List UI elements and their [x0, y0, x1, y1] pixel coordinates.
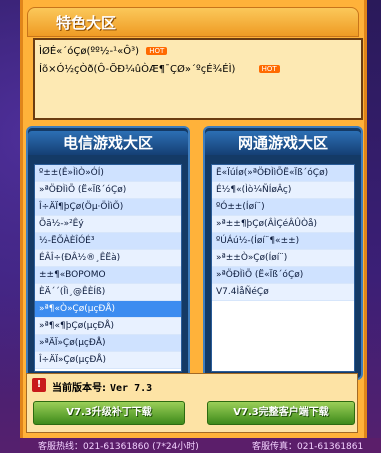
- server-item[interactable]: Ë«ÏúÍø(»ªÖÐÌìÕË«Ïß´óÇø): [212, 165, 354, 182]
- service-hotline: 客服热线：021-61361860 (7*24小时): [38, 442, 199, 452]
- netcom-server-list[interactable]: Ë«ÏúÍø(»ªÖÐÌìÕË«Ïß´óÇø) É½¶«(Ìò¼ÑÍøÂç) º…: [211, 164, 355, 372]
- hot-badge: HOT: [258, 65, 280, 73]
- server-item[interactable]: ½-ËÕÀÈÎÓÉ³: [35, 233, 181, 250]
- featured-tab: 特色大区: [27, 7, 359, 37]
- server-item-selected[interactable]: »ª¶«Ò»Çø(µçÐÅ): [35, 301, 181, 318]
- server-item[interactable]: ÈÄ´´(Îì¸@ÊÈÍß): [35, 284, 181, 301]
- telecom-zone-panel: 电信游戏大区 º±±(Ê»ÌìÒ»ÓÍ) »ªÖÐÌìÕ (Ë«Ïß´óÇø) …: [26, 126, 190, 380]
- netcom-zone-title: 网通游戏大区: [205, 131, 361, 155]
- server-item[interactable]: »ªÖÐÌìÕ (Ë«Ïß´óÇø): [35, 182, 181, 199]
- service-fax: 客服传真：021-61361861: [252, 442, 364, 452]
- full-client-download-button[interactable]: V7.3完整客户端下载: [207, 401, 355, 425]
- warning-icon: !: [32, 378, 46, 392]
- featured-item[interactable]: Íõ×Ó½çÒð(Ô-ÕÐ¼ûÒÆ¶¯ÇØ»´ºçÉ¾ÉÌ) HOT: [39, 64, 280, 75]
- version-label-text: 当前版本号:: [52, 383, 106, 394]
- version-label: 当前版本号: Ver 7.3: [52, 379, 152, 394]
- featured-item-label: ÌØÉ«´óÇø(ºº½-¹«Ô³): [39, 46, 140, 57]
- server-item[interactable]: »ªÖÐÌìÕ (Ë«Ïß´óÇø): [212, 267, 354, 284]
- server-item[interactable]: É½¶«(Ìò¼ÑÍøÂç): [212, 182, 354, 199]
- server-item[interactable]: ±±¶«BOPOMO: [35, 267, 181, 284]
- featured-title: 特色大区: [56, 14, 117, 32]
- featured-item[interactable]: ÌØÉ«´óÇø(ºº½-¹«Ô³) HOT: [39, 46, 168, 57]
- patch-download-button[interactable]: V7.3升级补丁下载: [33, 401, 185, 425]
- netcom-zone-panel: 网通游戏大区 Ë«ÏúÍø(»ªÖÐÌìÕË«Ïß´óÇø) É½¶«(Ìò¼Ñ…: [203, 126, 363, 380]
- telecom-zone-title: 电信游戏大区: [28, 131, 188, 155]
- server-item[interactable]: º±±(Ê»ÌìÒ»ÓÍ): [35, 165, 181, 182]
- server-item[interactable]: »ª±±Ò»Çø(Íøí¨): [212, 250, 354, 267]
- telecom-server-list[interactable]: º±±(Ê»ÌìÒ»ÓÍ) »ªÖÐÌìÕ (Ë«Ïß´óÇø) Î÷ÄÏ¶þÇ…: [34, 164, 182, 372]
- hot-badge: HOT: [146, 47, 168, 55]
- server-item[interactable]: »ª¶«¶þÇø(µçÐÅ): [35, 318, 181, 335]
- server-item[interactable]: Õã½-»²Êý: [35, 216, 181, 233]
- server-item[interactable]: »ª±±¶þÇø(ÂÌÇéÂÛÒå): [212, 216, 354, 233]
- server-item[interactable]: ºÓ±±(Íøí¨): [212, 199, 354, 216]
- version-box: ! 当前版本号: Ver 7.3 V7.3升级补丁下载 V7.3完整客户端下载: [26, 373, 358, 433]
- server-item[interactable]: V7.4ÌåÑéÇø: [212, 284, 354, 301]
- server-item[interactable]: Î÷ÄÏ»Çø(µçÐÅ): [35, 352, 181, 369]
- version-number: Ver 7.3: [110, 383, 153, 394]
- server-item[interactable]: ºÚÁú½-(Íøí¨¶«±±): [212, 233, 354, 250]
- featured-item-label: Íõ×Ó½çÒð(Ô-ÕÐ¼ûÒÆ¶¯ÇØ»´ºçÉ¾ÉÌ): [39, 64, 236, 75]
- server-item[interactable]: ÉÂÎ÷(ÐÂ½®¸ÊËà): [35, 250, 181, 267]
- footer-bar: 客服热线：021-61361860 (7*24小时) 客服传真：021-6136…: [20, 438, 381, 453]
- server-item[interactable]: »ªÄÏ»Çø(µçÐÅ): [35, 335, 181, 352]
- server-item[interactable]: Î÷ÄÏ¶þÇø(Öµ·ÖÌìÕ): [35, 199, 181, 216]
- featured-box: ÌØÉ«´óÇø(ºº½-¹«Ô³) HOT Íõ×Ó½çÒð(Ô-ÕÐ¼ûÒÆ…: [33, 38, 363, 120]
